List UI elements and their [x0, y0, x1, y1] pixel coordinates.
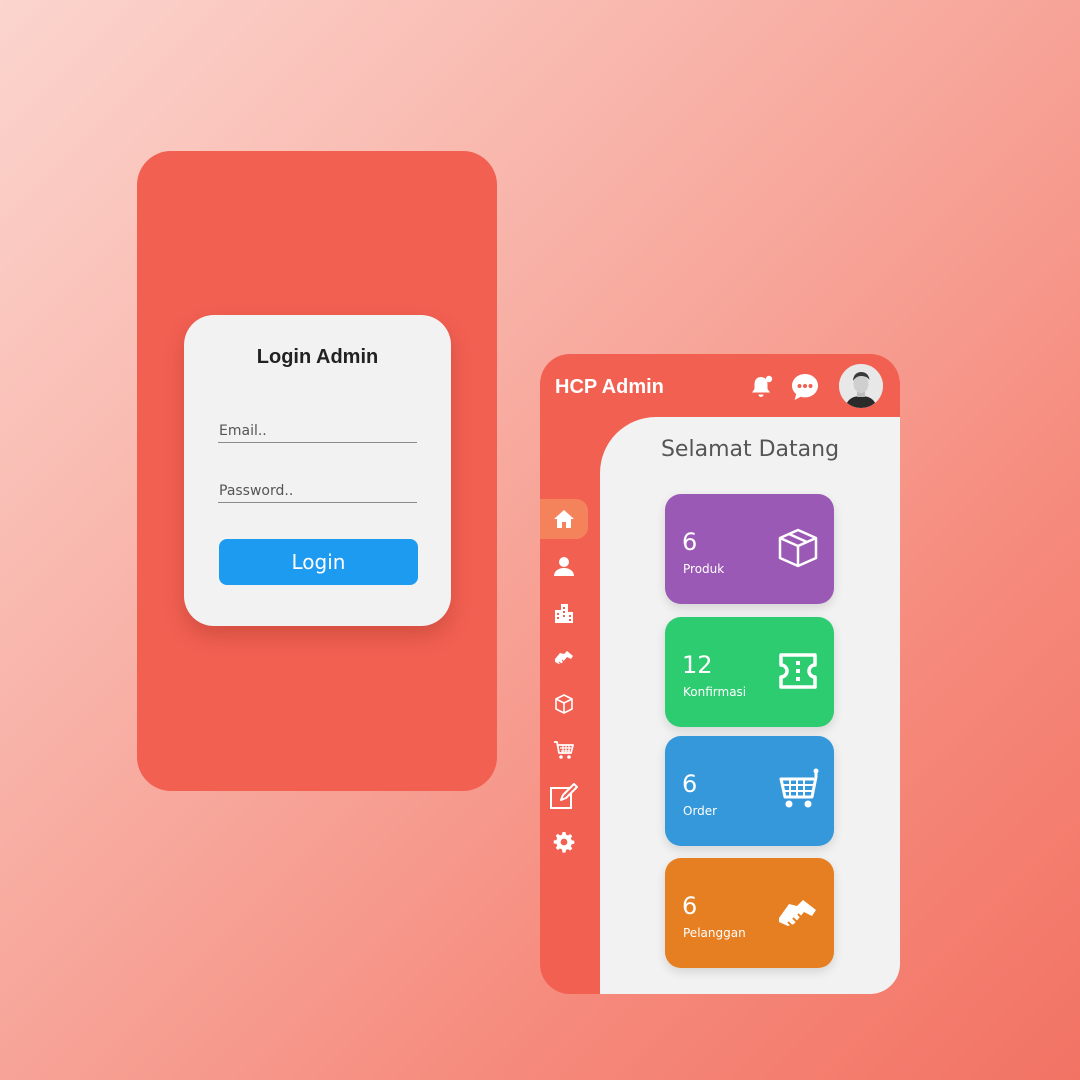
stat-card-produk[interactable]: 6 Produk: [665, 494, 834, 604]
edit-icon: [550, 783, 578, 809]
nav-settings[interactable]: [540, 822, 588, 862]
nav-company[interactable]: [540, 593, 588, 633]
nav-orders[interactable]: [540, 730, 588, 770]
handshake-icon: [779, 900, 816, 928]
handshake-icon: [555, 651, 573, 666]
welcome-title: Selamat Datang: [660, 437, 840, 462]
chat-icon[interactable]: [789, 371, 821, 403]
avatar[interactable]: [839, 364, 883, 408]
stat-count: 12: [682, 651, 713, 679]
password-field[interactable]: [218, 479, 417, 503]
ticket-icon: [779, 653, 817, 689]
cart-icon: [554, 741, 574, 759]
nav-partners[interactable]: [540, 638, 588, 678]
stat-label: Produk: [683, 562, 725, 576]
nav-products[interactable]: [540, 684, 588, 724]
stat-label: Pelanggan: [683, 926, 746, 940]
box-icon: [555, 694, 573, 714]
nav-edit[interactable]: [540, 776, 588, 816]
building-icon: [555, 604, 573, 623]
login-title: Login Admin: [256, 346, 379, 368]
stat-count: 6: [682, 770, 698, 798]
login-button[interactable]: Login: [219, 539, 418, 585]
stat-count: 6: [682, 528, 698, 556]
stat-card-konfirmasi[interactable]: 12 Konfirmasi: [665, 617, 834, 727]
box-icon: [778, 528, 818, 568]
nav-users[interactable]: [540, 546, 588, 586]
stat-card-order[interactable]: 6 Order: [665, 736, 834, 846]
login-card: Login Admin Login: [184, 315, 451, 626]
app-brand: HCP Admin: [555, 376, 664, 398]
stat-label: Konfirmasi: [683, 685, 747, 699]
stat-label: Order: [683, 804, 718, 818]
stat-count: 6: [682, 892, 698, 920]
cart-icon: [779, 768, 819, 808]
gear-icon: [553, 832, 575, 853]
admin-phone: HCP Admin Selamat Datang 6 Produk 12 Kon…: [540, 354, 900, 994]
home-icon: [554, 510, 574, 528]
stat-card-pelanggan[interactable]: 6 Pelanggan: [665, 858, 834, 968]
bell-icon[interactable]: [747, 373, 775, 401]
user-icon: [554, 557, 574, 576]
nav-home[interactable]: [540, 499, 588, 539]
email-field[interactable]: [218, 419, 417, 443]
